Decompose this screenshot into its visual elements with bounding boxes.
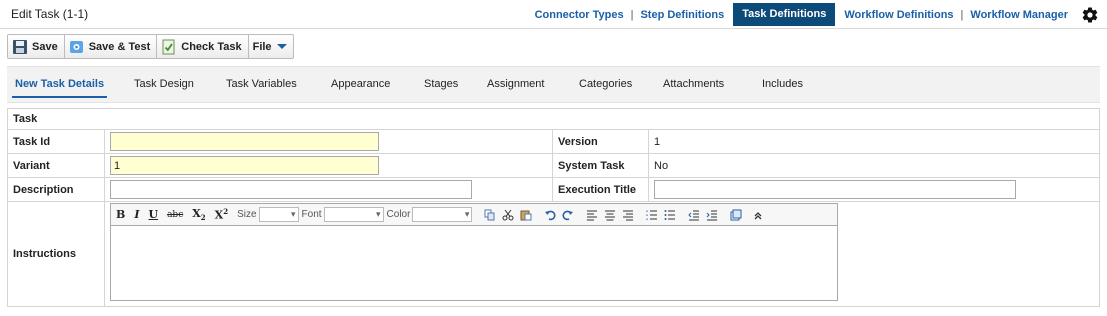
description-label: Description	[13, 184, 74, 196]
save-label: Save	[32, 40, 58, 53]
page-header: Edit Task (1-1) Connector Types | Step D…	[0, 0, 1107, 29]
save-and-test-button[interactable]: Save & Test	[65, 35, 158, 58]
italic-button[interactable]: I	[134, 208, 139, 221]
gear-icon[interactable]	[1081, 6, 1099, 24]
font-label: Font	[301, 209, 322, 220]
underline-button[interactable]: U	[148, 208, 158, 221]
nav-workflow-definitions[interactable]: Workflow Definitions	[837, 9, 960, 21]
task-details-form: Task Task Id Version 1 Variant System Ta…	[7, 108, 1100, 307]
save-test-label: Save & Test	[88, 40, 151, 53]
align-left-icon[interactable]	[586, 209, 598, 221]
nav-connector-types[interactable]: Connector Types	[528, 9, 631, 21]
form-row-instructions: Instructions B I U abc X2 X2 Size Font C…	[8, 202, 1099, 306]
numbered-list-icon[interactable]	[646, 209, 658, 221]
outdent-icon[interactable]	[688, 209, 700, 221]
cut-icon[interactable]	[502, 209, 514, 221]
tab-task-design[interactable]: Task Design	[134, 78, 194, 90]
column-divider	[648, 130, 649, 153]
column-divider	[552, 130, 553, 153]
nav-workflow-manager[interactable]: Workflow Manager	[963, 9, 1075, 21]
chevron-down-icon	[276, 44, 287, 49]
instructions-rich-text-editor: B I U abc X2 X2 Size Font Color	[110, 203, 838, 301]
column-divider	[104, 154, 105, 177]
tab-task-variables[interactable]: Task Variables	[226, 78, 297, 90]
source-view-icon[interactable]	[730, 209, 742, 221]
save-icon	[12, 39, 28, 55]
version-label: Version	[558, 136, 598, 148]
subscript-button[interactable]: X2	[192, 207, 205, 222]
align-right-icon[interactable]	[622, 209, 634, 221]
column-divider	[648, 178, 649, 201]
column-divider	[104, 202, 105, 306]
tab-stages[interactable]: Stages	[424, 78, 458, 90]
copy-icon[interactable]	[484, 209, 496, 221]
column-divider	[552, 178, 553, 201]
bullet-list-icon[interactable]	[664, 209, 676, 221]
check-icon	[161, 39, 177, 55]
size-select[interactable]	[258, 207, 299, 222]
size-label: Size	[237, 209, 257, 220]
subscript-label: X	[192, 206, 201, 220]
check-task-label: Check Task	[181, 40, 242, 53]
save-test-icon	[69, 39, 85, 55]
system-task-value: No	[654, 160, 669, 172]
form-row-task-id: Task Id Version 1	[8, 130, 1099, 154]
version-value: 1	[654, 136, 661, 148]
superscript-button[interactable]: X2	[215, 207, 228, 222]
section-title: Task	[13, 113, 38, 125]
superscript-label: X	[214, 208, 224, 222]
execution-title-input[interactable]	[654, 180, 1016, 199]
file-menu-button[interactable]: File	[249, 35, 293, 58]
nav-task-definitions[interactable]: Task Definitions	[733, 3, 836, 26]
instructions-text-area[interactable]	[111, 227, 837, 300]
align-center-icon[interactable]	[604, 209, 616, 221]
nav-step-definitions[interactable]: Step Definitions	[633, 9, 731, 21]
tab-attachments[interactable]: Attachments	[663, 78, 724, 90]
execution-title-label: Execution Title	[558, 184, 637, 196]
column-divider	[104, 178, 105, 201]
system-task-label: System Task	[558, 160, 625, 172]
tab-new-task-details[interactable]: New Task Details	[11, 78, 108, 98]
action-toolbar: Save Save & Test Check Task File	[7, 34, 294, 59]
editor-toolbar: B I U abc X2 X2 Size Font Color	[111, 204, 837, 226]
color-select[interactable]	[412, 207, 473, 222]
page-title: Edit Task (1-1)	[11, 7, 89, 21]
tab-bar: New Task Details Task Design Task Variab…	[7, 66, 1100, 103]
top-navigation: Connector Types | Step Definitions Task …	[528, 3, 1099, 26]
save-button[interactable]: Save	[8, 35, 65, 58]
column-divider	[648, 154, 649, 177]
form-row-description: Description Execution Title	[8, 178, 1099, 202]
variant-input[interactable]	[110, 156, 379, 175]
instructions-label: Instructions	[13, 248, 76, 260]
tab-includes[interactable]: Includes	[762, 78, 803, 90]
description-input[interactable]	[110, 180, 472, 199]
strikethrough-button[interactable]: abc	[167, 210, 183, 220]
undo-icon[interactable]	[544, 209, 556, 221]
chevron-up-icon[interactable]	[752, 209, 764, 221]
bold-button[interactable]: B	[116, 208, 125, 221]
indent-icon[interactable]	[706, 209, 718, 221]
section-header: Task	[8, 109, 1099, 130]
variant-label: Variant	[13, 160, 50, 172]
check-task-button[interactable]: Check Task	[157, 35, 249, 58]
color-label: Color	[386, 209, 411, 220]
tab-appearance[interactable]: Appearance	[331, 78, 390, 90]
form-row-variant: Variant System Task No	[8, 154, 1099, 178]
column-divider	[104, 130, 105, 153]
font-select[interactable]	[323, 207, 384, 222]
paste-icon[interactable]	[520, 209, 532, 221]
file-label: File	[252, 40, 272, 53]
redo-icon[interactable]	[562, 209, 574, 221]
task-id-label: Task Id	[13, 136, 51, 148]
column-divider	[552, 154, 553, 177]
tab-assignment[interactable]: Assignment	[487, 78, 544, 90]
tab-categories[interactable]: Categories	[579, 78, 632, 90]
task-id-input[interactable]	[110, 132, 379, 151]
